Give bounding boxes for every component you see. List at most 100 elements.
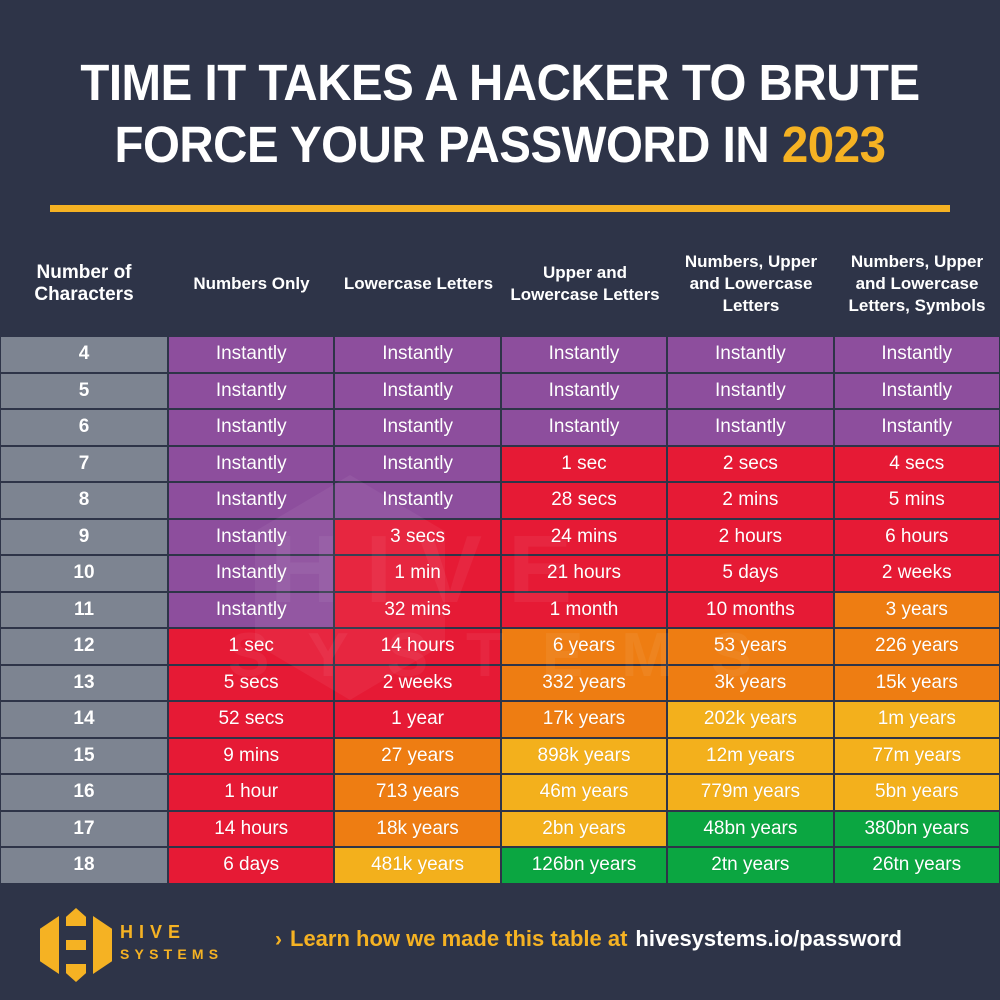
table-cell: Instantly: [667, 336, 834, 373]
table-row: 8 Instantly Instantly 28 secs 2 mins 5 mins: [0, 482, 1000, 519]
table-cell: Instantly: [833, 409, 1000, 446]
table-cell: 6 hours: [833, 518, 1000, 555]
table-cell: Instantly: [334, 336, 501, 373]
table-cell: Instantly: [168, 555, 335, 592]
table-cell: Instantly: [833, 336, 1000, 373]
cta-url: hivesystems.io/password: [635, 926, 902, 951]
table-row: 10 Instantly 1 min 21 hours 5 days 2 weeks: [0, 555, 1000, 592]
title-divider: [50, 205, 950, 212]
table-cell: 9 mins: [168, 737, 335, 774]
table-cell: 2 secs: [667, 445, 834, 482]
table-cell: 4 secs: [833, 445, 1000, 482]
table-row: 7 Instantly Instantly 1 sec 2 secs 4 secs: [0, 445, 1000, 482]
row-label-character-count: 18: [0, 847, 168, 884]
table-cell: 3 secs: [334, 518, 501, 555]
table-header-row: Number of Characters Numbers Only Lowerc…: [0, 238, 1000, 330]
logo-text-hive: HIVE: [120, 922, 187, 942]
table-cell: 713 years: [334, 774, 501, 811]
title-line-2-prefix: FORCE YOUR PASSWORD IN: [114, 116, 782, 173]
table-row: 16 1 hour 713 years 46m years 779m years 5bn …: [0, 774, 1000, 811]
table-cell: Instantly: [168, 336, 335, 373]
table-row: 14 52 secs 1 year 17k years 202k years 1m yea…: [0, 701, 1000, 738]
table-cell: 32 mins: [334, 591, 501, 628]
table-cell: Instantly: [168, 518, 335, 555]
table-cell: 1 month: [500, 591, 668, 628]
table-row: 6 Instantly Instantly Instantly Instantly Ins…: [0, 409, 1000, 446]
table-row: 12 1 sec 14 hours 6 years 53 years 226 years: [0, 628, 1000, 665]
table-cell: 481k years: [334, 847, 501, 884]
table-cell: Instantly: [667, 372, 834, 409]
table-cell: Instantly: [168, 591, 335, 628]
hive-systems-logo: HIVE SYSTEMS: [28, 902, 218, 986]
table-cell: 6 days: [168, 847, 335, 884]
table-cell: 226 years: [833, 628, 1000, 665]
table-row: 15 9 mins 27 years 898k years 12m years 77m y…: [0, 737, 1000, 774]
table-cell: 5 days: [667, 555, 834, 592]
table-cell: 1 year: [334, 701, 501, 738]
table-cell: Instantly: [667, 409, 834, 446]
table-cell: 3k years: [667, 664, 834, 701]
row-label-character-count: 4: [0, 336, 168, 373]
cta-label: Learn how we made this table at: [290, 926, 628, 951]
table-row: 18 6 days 481k years 126bn years 2tn years 26…: [0, 847, 1000, 884]
row-label-character-count: 10: [0, 555, 168, 592]
table-cell: 5 secs: [168, 664, 335, 701]
table-cell: 1 min: [334, 555, 501, 592]
hive-hex-logo-icon: [40, 908, 112, 982]
table-cell: 15k years: [833, 664, 1000, 701]
table-cell: Instantly: [833, 372, 1000, 409]
table-row: 4 Instantly Instantly Instantly Instantly Ins…: [0, 336, 1000, 373]
table-cell: 6 years: [500, 628, 668, 665]
table-cell: 77m years: [833, 737, 1000, 774]
table-cell: 332 years: [500, 664, 668, 701]
table-row: 17 14 hours 18k years 2bn years 48bn years 38…: [0, 810, 1000, 847]
table-cell: Instantly: [500, 372, 668, 409]
row-label-character-count: 8: [0, 482, 168, 519]
table-cell: 1m years: [833, 701, 1000, 738]
title-line-2: FORCE YOUR PASSWORD IN 2023: [35, 114, 965, 176]
table-cell: Instantly: [334, 372, 501, 409]
table-cell: 1 sec: [168, 628, 335, 665]
table-cell: 46m years: [500, 774, 668, 811]
table-cell: 126bn years: [500, 847, 668, 884]
table-cell: 2 mins: [667, 482, 834, 519]
table-cell: 18k years: [334, 810, 501, 847]
row-label-character-count: 16: [0, 774, 168, 811]
table-cell: 14 hours: [334, 628, 501, 665]
table-cell: 14 hours: [168, 810, 335, 847]
table-cell: 5bn years: [833, 774, 1000, 811]
table-cell: 28 secs: [500, 482, 668, 519]
table-cell: 898k years: [500, 737, 668, 774]
table-cell: 2 weeks: [833, 555, 1000, 592]
table-cell: 202k years: [667, 701, 834, 738]
chevron-right-icon: ›: [275, 928, 282, 951]
title-year: 2023: [781, 116, 886, 173]
table-cell: 26tn years: [833, 847, 1000, 884]
table-cell: 12m years: [667, 737, 834, 774]
table-cell: 1 hour: [168, 774, 335, 811]
column-header-characters: Number of Characters: [34, 262, 134, 305]
column-header-numbers-only: Numbers Only: [193, 274, 310, 293]
table-cell: 10 months: [667, 591, 834, 628]
column-header-lowercase: Lowercase Letters: [343, 274, 494, 293]
table-cell: 24 mins: [500, 518, 668, 555]
table-cell: Instantly: [500, 409, 668, 446]
logo-text-systems: SYSTEMS: [120, 946, 224, 962]
table-cell: Instantly: [334, 482, 501, 519]
table-cell: Instantly: [334, 409, 501, 446]
table-cell: 779m years: [667, 774, 834, 811]
table-cell: 53 years: [667, 628, 834, 665]
table-cell: 2bn years: [500, 810, 668, 847]
column-header-numbers-upper-lower: Numbers, Upper and Lowercase Letters: [684, 252, 818, 315]
table-cell: 1 sec: [500, 445, 668, 482]
password-crack-time-table: 4 Instantly Instantly Instantly Instantly Ins…: [0, 336, 1000, 884]
table-cell: Instantly: [334, 445, 501, 482]
table-cell: 2 weeks: [334, 664, 501, 701]
table-cell: Instantly: [168, 445, 335, 482]
table-cell: Instantly: [168, 372, 335, 409]
table-cell: 2 hours: [667, 518, 834, 555]
row-label-character-count: 9: [0, 518, 168, 555]
learn-more-link[interactable]: › Learn how we made this table at hivesy…: [275, 926, 985, 952]
table-cell: Instantly: [168, 482, 335, 519]
row-label-character-count: 11: [0, 591, 168, 628]
